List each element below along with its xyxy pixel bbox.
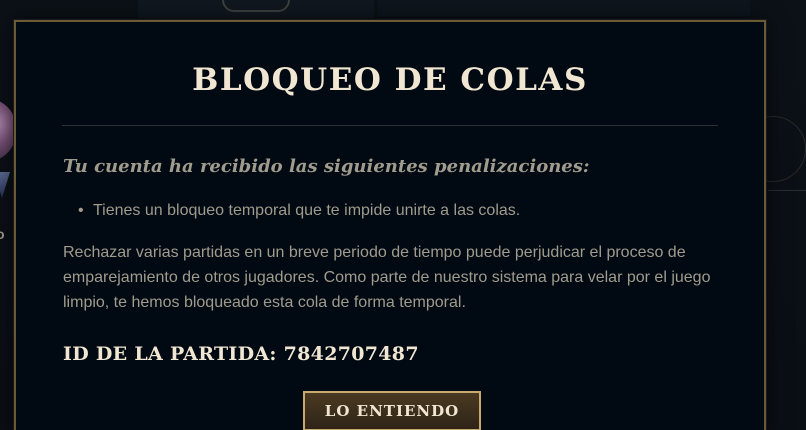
title-divider [62,125,718,126]
background-divider [768,190,806,191]
background-partial-text: o [0,226,5,242]
penalty-item: Tienes un bloqueo temporal que te impide… [78,202,520,220]
background-emblem-icon [222,0,290,12]
penalty-list: Tienes un bloqueo temporal que te impide… [63,202,520,220]
acknowledge-button[interactable]: LO ENTIENDO [303,391,481,430]
queue-lockout-modal: BLOQUEO DE COLAS Tu cuenta ha recibido l… [14,20,766,430]
background-panel-right [378,0,750,16]
penalty-explanation: Rechazar varias partidas en un breve per… [63,244,711,311]
modal-title: BLOQUEO DE COLAS [192,62,588,98]
penalties-subtitle: Tu cuenta ha recibido las siguientes pen… [63,156,590,177]
game-id-label: ID DE LA PARTIDA: 7842707487 [63,343,419,365]
